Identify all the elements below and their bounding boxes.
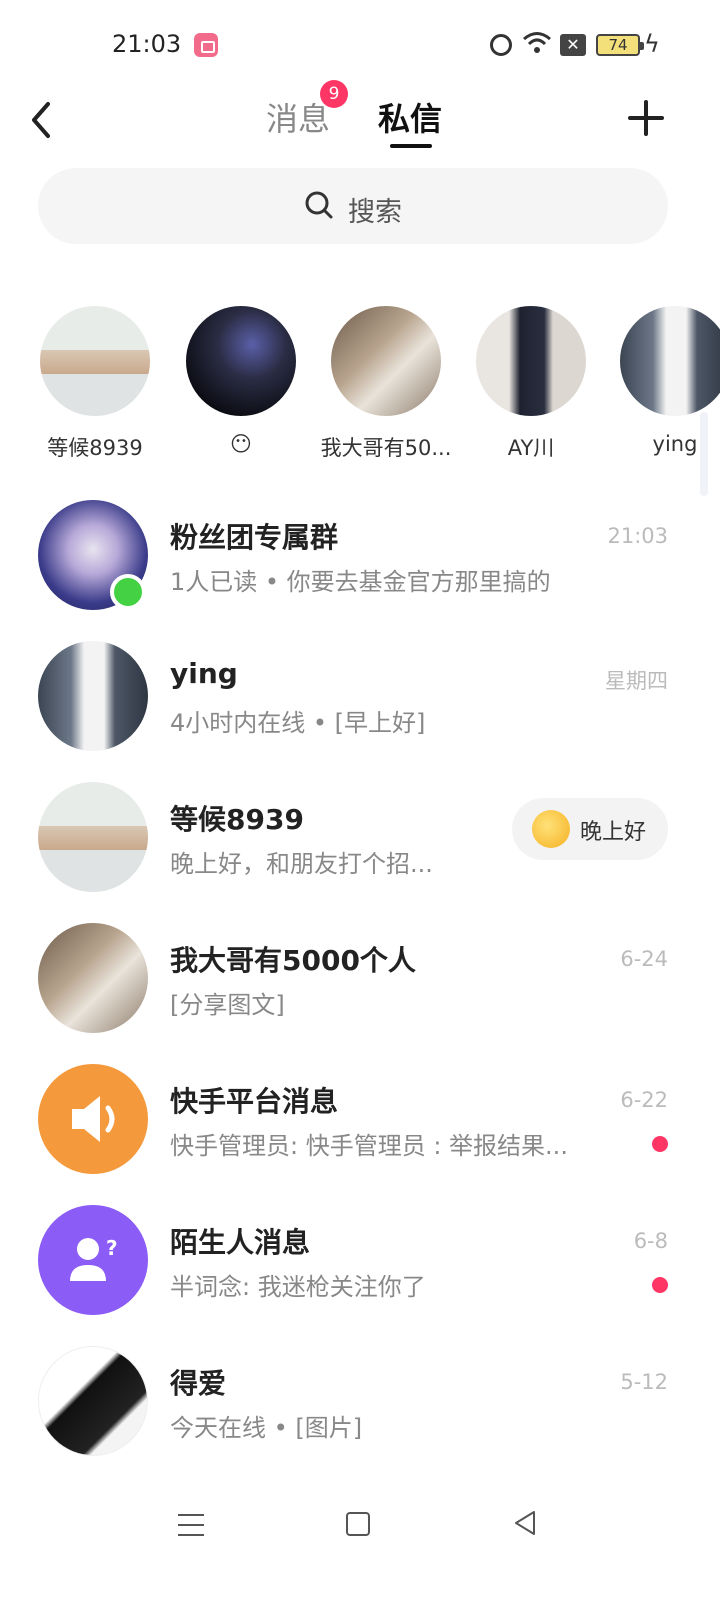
conversation-name: 粉丝团专属群 [170, 521, 339, 554]
menu-icon[interactable] [178, 1514, 204, 1538]
active-tab-indicator [390, 144, 432, 148]
conversation-row[interactable]: 粉丝团专属群 1人已读 • 你要去基金官方那里搞的 21:03 [0, 486, 720, 626]
wifi-icon [523, 32, 551, 53]
conversation-preview: 今天在线 • [图片] [170, 1414, 363, 1442]
status-time: 21:03 [112, 30, 182, 58]
unread-dot [652, 1136, 668, 1152]
conversation-name: ying [170, 657, 238, 690]
conversation-preview: [分享图文] [170, 991, 285, 1019]
speaker-icon [72, 1096, 115, 1142]
system-nav-bar [0, 1500, 720, 1600]
scroll-hint [700, 412, 708, 496]
avatar [40, 306, 150, 416]
screen-record-icon [194, 33, 218, 57]
conversation-name: 陌生人消息 [170, 1226, 311, 1259]
avatar [38, 1064, 148, 1174]
avatar [38, 641, 148, 751]
avatar: ? [38, 1205, 148, 1315]
recent-contact[interactable]: 我大哥有50... [311, 306, 457, 466]
avatar [476, 306, 586, 416]
conversation-name: 得爱 [170, 1367, 227, 1400]
conversation-row[interactable]: 等候8939 晚上好，和朋友打个招... 晚上好 [0, 768, 720, 908]
header: 消息 9 私信 [0, 80, 720, 160]
conversation-preview: 半词念: 我迷枪关注你了 [170, 1273, 426, 1301]
avatar [331, 306, 441, 416]
search-bar[interactable]: 搜索 [38, 168, 668, 244]
recent-contact-name: 等候8939 [47, 436, 143, 460]
search-icon [305, 191, 333, 219]
waving-emoji-icon [532, 810, 570, 848]
conversation-name: 我大哥有5000个人 [170, 944, 416, 977]
conversation-preview: 晚上好，和朋友打个招... [170, 850, 433, 878]
conversation-preview: 快手管理员: 快手管理员 : 举报结果... [170, 1132, 568, 1160]
conversation-time: 5-12 [620, 1370, 668, 1394]
stranger-icon: ? [70, 1236, 118, 1281]
avatar [620, 306, 720, 416]
avatar [38, 1346, 148, 1456]
conversation-preview: 4小时内在线 • [早上好] [170, 709, 426, 737]
conversation-time: 星期四 [605, 669, 668, 693]
conversation-row[interactable]: 我大哥有5000个人 [分享图文] 6-24 [0, 909, 720, 1049]
conversation-name: 等候8939 [170, 803, 304, 836]
conversation-name: 快手平台消息 [170, 1085, 339, 1118]
no-sim-icon: ✕ [560, 34, 586, 56]
recent-contact-name: 我大哥有50... [320, 436, 452, 460]
svg-text:?: ? [106, 1236, 118, 1260]
plus-icon[interactable] [624, 96, 668, 140]
recent-contacts-row: 等候8939 😶 我大哥有50... AY川 ying [0, 306, 720, 466]
battery-icon: 74 [596, 34, 644, 56]
recent-contact[interactable]: 😶 [166, 306, 312, 466]
unread-dot [652, 1277, 668, 1293]
recent-contact[interactable]: 等候8939 [20, 306, 166, 466]
unread-badge: 9 [320, 80, 348, 108]
back-triangle-icon[interactable] [510, 1508, 540, 1538]
greet-button[interactable]: 晚上好 [512, 798, 668, 860]
search-placeholder: 搜索 [348, 197, 402, 228]
avatar [38, 782, 148, 892]
back-arrow-icon[interactable] [28, 98, 72, 142]
greet-button-label: 晚上好 [580, 820, 647, 845]
home-square-icon[interactable] [346, 1512, 370, 1536]
conversation-row[interactable]: 得爱 今天在线 • [图片] 5-12 [0, 1332, 720, 1472]
conversation-time: 6-8 [633, 1229, 668, 1253]
tab-messages[interactable]: 消息 [266, 94, 330, 140]
conversation-row[interactable]: 快手平台消息 快手管理员: 快手管理员 : 举报结果... 6-22 [0, 1050, 720, 1190]
conversation-row[interactable]: ? 陌生人消息 半词念: 我迷枪关注你了 6-8 [0, 1191, 720, 1331]
conversation-row[interactable]: ying 4小时内在线 • [早上好] 星期四 [0, 627, 720, 767]
recent-contact-name: AY川 [507, 436, 555, 460]
status-bar: 21:03 ✕ 74 ϟ [0, 0, 720, 90]
alarm-icon [490, 34, 512, 56]
conversation-preview: 1人已读 • 你要去基金官方那里搞的 [170, 568, 551, 596]
recent-contact-name: 😶 [230, 432, 252, 456]
online-status-dot [110, 574, 146, 610]
tab-private-messages[interactable]: 私信 [378, 94, 442, 140]
conversation-time: 21:03 [607, 524, 668, 548]
avatar [38, 923, 148, 1033]
conversation-time: 6-24 [620, 947, 668, 971]
recent-contact[interactable]: AY川 [456, 306, 602, 466]
charging-icon: ϟ [644, 30, 660, 58]
avatar [186, 306, 296, 416]
conversation-time: 6-22 [620, 1088, 668, 1112]
